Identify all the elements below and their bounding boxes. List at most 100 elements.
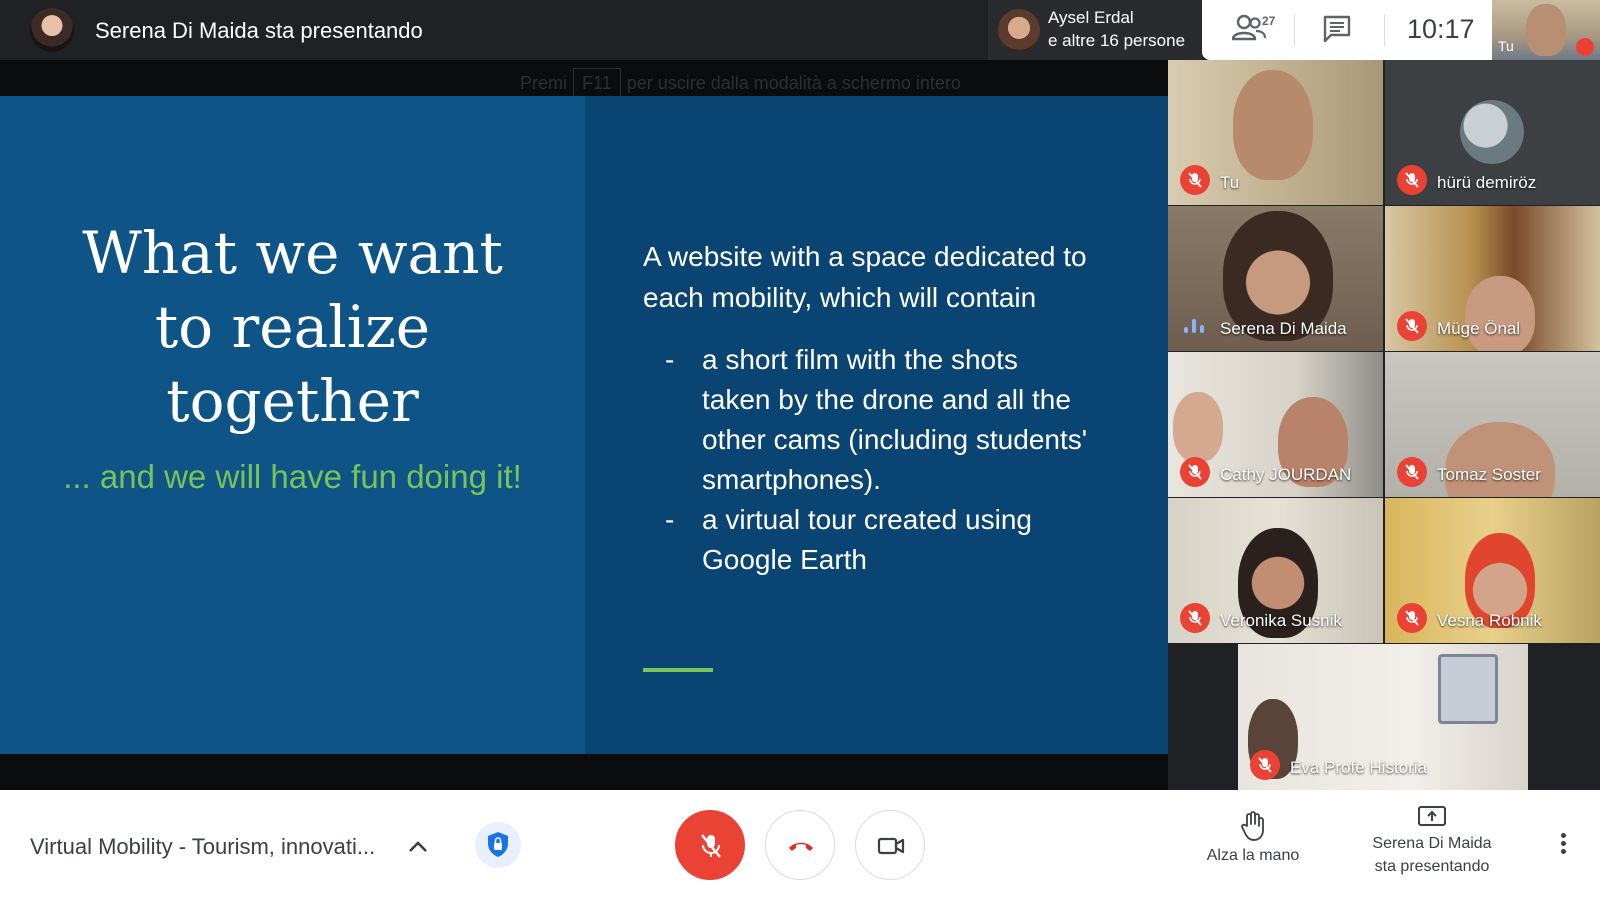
fullscreen-hint-key: F11 [573, 68, 621, 99]
bullet-line: a virtual tour created using [702, 504, 1032, 535]
others-count-text: e altre 16 persone [1048, 31, 1186, 50]
slide-accent-bar [643, 668, 713, 672]
present-icon [1418, 806, 1446, 826]
bullet-line: a short film with the shots [702, 344, 1018, 375]
participant-name: Eva Profe Historia [1290, 758, 1427, 777]
participant-tile[interactable]: Veronika Susnik [1168, 498, 1383, 643]
presenter-title: Serena Di Maida sta presentando [95, 18, 423, 43]
participant-tile[interactable]: Müge Önal [1385, 206, 1600, 351]
hang-up-icon [789, 842, 813, 851]
presentation-stage: Premi F11 per uscire dalla modalità a sche… [0, 60, 1168, 790]
shield-icon [488, 832, 508, 857]
participant-video [1173, 392, 1223, 462]
chevron-up-icon [409, 841, 427, 852]
meeting-title[interactable]: Virtual Mobility - Tourism, innovati... [30, 834, 375, 860]
shared-slide: What we want to realize together ... and… [0, 96, 1168, 754]
slide-bullet: - a virtual tour created using Google Ea… [643, 500, 1133, 580]
leave-call-button[interactable] [765, 810, 835, 880]
participant-video [1233, 70, 1313, 180]
slide-title: What we want to realize together [20, 216, 565, 438]
slide-left-panel: What we want to realize together ... and… [0, 96, 585, 754]
slide-body: A website with a space dedicated to each… [643, 236, 1133, 580]
more-vert-icon [1560, 833, 1566, 838]
wall-poster [1438, 654, 1498, 724]
top-bar: Serena Di Maida sta presentando Aysel Er… [0, 0, 1600, 60]
divider [1294, 14, 1295, 46]
slide-title-line: together [166, 367, 419, 435]
presenter-avatar [30, 8, 74, 52]
mic-off-icon [701, 834, 721, 858]
mic-off-icon [1397, 165, 1427, 195]
meeting-details-toggle[interactable] [405, 836, 431, 856]
participant-name: hürü demiröz [1437, 173, 1537, 192]
bullet-dash: - [665, 504, 675, 535]
participant-tile[interactable]: Serena Di Maida [1168, 206, 1383, 351]
participant-name: Tu [1220, 173, 1240, 192]
chat-icon [1323, 15, 1351, 43]
slide-intro-line: each mobility, which will contain [643, 282, 1037, 313]
mic-off-icon [1576, 38, 1594, 56]
presenting-label-line2: sta presentando [1374, 858, 1490, 875]
bullet-line: Google Earth [702, 544, 867, 575]
chat-button[interactable] [1322, 14, 1358, 46]
slide-title-line: to realize [154, 293, 431, 361]
slide-subtitle: ... and we will have fun doing it! [63, 458, 522, 495]
camera-toggle-button[interactable] [855, 810, 925, 880]
self-video [1526, 4, 1566, 56]
bullet-line: taken by the drone and all the [702, 384, 1071, 415]
fullscreen-hint-prefix: Premi [520, 73, 568, 93]
more-options-button[interactable] [1555, 830, 1571, 860]
participant-name: Veronika Susnik [1220, 611, 1342, 630]
people-icon [1231, 14, 1267, 41]
participant-tile[interactable]: Eva Profe Historia [1238, 644, 1528, 790]
participant-video [1465, 276, 1535, 351]
participant-name: Vesna Robnik [1437, 611, 1542, 630]
mic-off-icon [1180, 165, 1210, 195]
participant-tile[interactable]: Tu [1168, 60, 1383, 205]
others-participants-chip[interactable]: Aysel Erdal e altre 16 persone [988, 0, 1202, 60]
participant-name: Cathy JOURDAN [1220, 465, 1352, 484]
bullet-line: other cams (including students' [702, 424, 1088, 455]
participant-tile[interactable]: Tomaz Soster [1385, 352, 1600, 497]
participant-name: Aysel Erdal [1048, 8, 1134, 27]
raise-hand-label: Alza la mano [1206, 847, 1300, 864]
participant-name: Tomaz Soster [1437, 465, 1541, 484]
fullscreen-hint: Premi F11 per uscire dalla modalità a sche… [520, 68, 961, 99]
raise-hand-button[interactable]: Alza la mano [1198, 810, 1308, 867]
mic-off-icon [1397, 457, 1427, 487]
meeting-info-panel: 27 10:17 [1202, 0, 1492, 60]
camera-icon [877, 837, 905, 855]
mic-off-icon [1397, 311, 1427, 341]
host-controls-button[interactable] [475, 822, 521, 868]
mic-off-icon [1250, 750, 1280, 780]
participant-tile[interactable]: Vesna Robnik [1385, 498, 1600, 643]
speaking-indicator [1184, 319, 1206, 333]
slide-title-line: What we want [82, 219, 503, 287]
people-button[interactable]: 27 [1231, 12, 1282, 48]
participant-tile[interactable]: hürü demiröz [1385, 60, 1600, 205]
mic-off-icon [1180, 457, 1210, 487]
mic-off-icon [1397, 603, 1427, 633]
participant-tile[interactable]: Cathy JOURDAN [1168, 352, 1383, 497]
clock: 10:17 [1407, 14, 1475, 44]
participant-avatar [1460, 100, 1524, 164]
mic-off-icon [1180, 603, 1210, 633]
divider [1384, 14, 1385, 46]
participant-name: Serena Di Maida [1220, 319, 1347, 338]
mic-toggle-button[interactable] [675, 810, 745, 880]
slide-bullet-list: - a short film with the shots taken by t… [643, 340, 1133, 580]
hand-icon [1241, 811, 1264, 841]
participant-name: Müge Önal [1437, 319, 1521, 338]
slide-bullet: - a short film with the shots taken by t… [643, 340, 1133, 500]
people-count: 27 [1262, 14, 1276, 28]
slide-intro-line: A website with a space dedicated to [643, 241, 1087, 272]
self-label: Tu [1498, 38, 1514, 54]
presenting-button[interactable]: Serena Di Maida sta presentando [1362, 804, 1502, 878]
self-view-thumbnail[interactable]: Tu [1492, 0, 1600, 60]
participant-avatar [998, 9, 1040, 51]
presenting-label-line1: Serena Di Maida [1372, 835, 1492, 852]
bottom-bar: Virtual Mobility - Tourism, innovati... … [0, 790, 1600, 900]
bullet-dash: - [665, 344, 675, 375]
participant-grid: Tu hürü demiröz Serena Di Maida Müge Öna… [1168, 60, 1600, 790]
fullscreen-hint-suffix: per uscire dalla modalità a schermo inte… [626, 73, 961, 93]
